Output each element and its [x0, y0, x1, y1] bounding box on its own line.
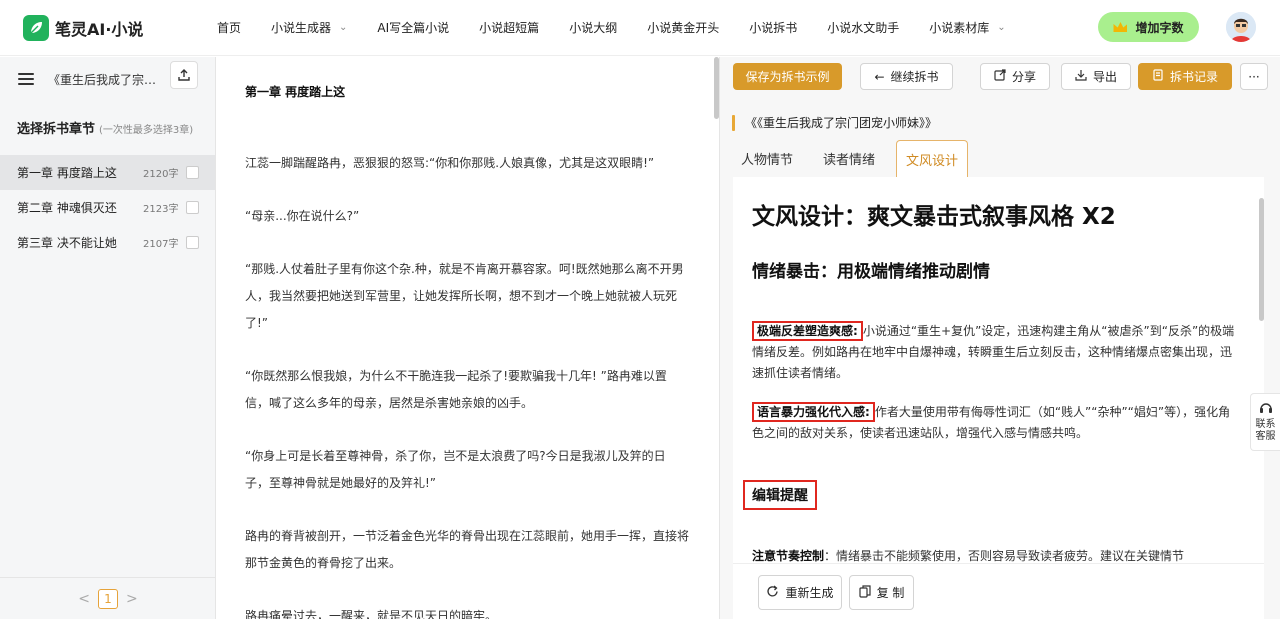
style-point-1: 极端反差塑造爽感: 小说通过“重生+复仇”设定，迅速构建主角从“被虐杀”到“反杀”…	[752, 321, 1236, 384]
analysis-tabs: 人物情节 读者情绪 文风设计	[732, 140, 980, 177]
copy-button[interactable]: 复 制	[849, 575, 914, 610]
records-button[interactable]: 拆书记录	[1138, 63, 1232, 90]
analysis-panel: 保存为拆书示例 ← 继续拆书 分享 导出 拆书记录 ··· 《《重生后我成了宗门团…	[720, 57, 1280, 619]
nav-golden-opening[interactable]: 小说黄金开头	[647, 19, 719, 36]
highlighted-label: 语言暴力强化代入感:	[752, 402, 875, 422]
nav-outline[interactable]: 小说大纲	[569, 19, 617, 36]
nav-ai-full-novel[interactable]: AI写全篇小说	[377, 19, 449, 36]
chapter-checkbox[interactable]	[186, 166, 199, 179]
chapter-reader: 第一章 再度踏上这 江蕊一脚踹醒路冉，恶狠狠的怒骂:“你和你那贱.人娘真像，尤其…	[217, 57, 719, 619]
chapter-sidebar: 《重生后我成了宗门团宠小师妹》 选择拆书章节(一次性最多选择3章) 第一章 再度…	[0, 57, 216, 619]
save-example-button[interactable]: 保存为拆书示例	[733, 63, 842, 90]
continue-button[interactable]: ← 继续拆书	[860, 63, 953, 90]
tab-reader-emotion[interactable]: 读者情绪	[814, 140, 884, 177]
tab-writing-style[interactable]: 文风设计	[896, 140, 969, 177]
analysis-content: 文风设计：爽文暴击式叙事风格 X2 情绪暴击：用极端情绪推动剧情 极端反差塑造爽…	[733, 177, 1264, 563]
more-icon: ···	[1248, 69, 1260, 84]
more-options-button[interactable]: ···	[1240, 63, 1268, 90]
share-button[interactable]: 分享	[980, 63, 1050, 90]
nav-filler-assistant[interactable]: 小说水文助手	[827, 19, 899, 36]
logo-text: 笔灵AI·小说	[55, 19, 144, 39]
nav-novel-generator[interactable]: 小说生成器 ⌄	[271, 19, 347, 36]
document-icon	[1152, 69, 1164, 84]
refresh-icon	[766, 584, 779, 601]
arrow-left-icon: ←	[874, 69, 885, 84]
word-count: 2120字	[143, 169, 179, 180]
top-header: 笔灵AI·小说 首页 小说生成器 ⌄ AI写全篇小说 小说超短篇 小说大纲 小说黄…	[0, 0, 1280, 56]
section-title: 选择拆书章节 (一次性最多选择3章)	[17, 122, 194, 137]
upload-button[interactable]	[170, 61, 198, 89]
paragraph: “那贱.人仗着肚子里有你这个杂.种，就是不肯离开慕容家。呵!既然她那么离不开男人…	[245, 262, 684, 330]
next-page-button[interactable]: >	[126, 591, 138, 607]
nav-home[interactable]: 首页	[217, 19, 241, 36]
word-count: 2107字	[143, 239, 179, 250]
regenerate-button[interactable]: 重新生成	[758, 575, 842, 610]
paragraph: 路冉痛晕过去，一醒来，就是不见天日的暗牢。	[245, 609, 498, 619]
nav-short-novel[interactable]: 小说超短篇	[479, 19, 539, 36]
title-accent-bar	[732, 114, 735, 131]
nav-material-library[interactable]: 小说素材库 ⌄	[929, 19, 1005, 36]
content-actions: 重新生成 复 制	[733, 563, 1264, 619]
menu-icon[interactable]	[18, 73, 34, 85]
main-nav: 首页 小说生成器 ⌄ AI写全篇小说 小说超短篇 小说大纲 小说黄金开头 小说拆书…	[217, 19, 1036, 36]
add-words-button[interactable]: 增加字数	[1098, 12, 1199, 42]
panel-book-title: 《《重生后我成了宗门团宠小师妹》》	[732, 114, 937, 131]
leaf-logo-icon	[23, 14, 49, 41]
content-heading: 文风设计：爽文暴击式叙事风格 X2	[752, 204, 1116, 230]
chapter-item-1[interactable]: 第一章 再度踏上这 2120字	[0, 155, 215, 190]
chapter-item-3[interactable]: 第三章 决不能让她 2107字	[0, 225, 215, 260]
current-page[interactable]: 1	[98, 588, 118, 609]
content-subheading: 情绪暴击：用极端情绪推动剧情	[752, 262, 990, 282]
customer-service-button[interactable]: 联系 客服	[1250, 393, 1280, 451]
crown-icon	[1113, 22, 1128, 32]
share-icon	[994, 69, 1006, 84]
paragraph: 江蕊一脚踹醒路冉，恶狠狠的怒骂:“你和你那贱.人娘真像，尤其是这双眼睛!”	[245, 156, 655, 170]
paragraph: “母亲...你在说什么?”	[245, 209, 360, 223]
highlighted-label: 极端反差塑造爽感:	[752, 321, 863, 341]
logo[interactable]: 笔灵AI·小说	[23, 14, 193, 41]
book-name: 《重生后我成了宗门团宠小师妹》	[48, 72, 168, 87]
user-avatar-icon	[1226, 12, 1256, 42]
chapter-item-2[interactable]: 第二章 神魂俱灭还 2123字	[0, 190, 215, 225]
upload-icon	[178, 69, 190, 81]
chevron-down-icon: ⌄	[339, 22, 348, 33]
avatar[interactable]	[1226, 12, 1256, 42]
paragraph: “你身上可是长着至尊神骨，杀了你，岂不是太浪费了吗?今日是我淑儿及笄的日子，至尊…	[245, 449, 666, 490]
editor-note: 注意节奏控制：情绪暴击不能频繁使用，否则容易导致读者疲劳。建议在关键情节	[752, 549, 1185, 563]
paragraph: 路冉的脊背被剖开，一节泛着金色光华的脊骨出现在江蕊眼前，她用手一挥，直接将那节金…	[245, 529, 690, 570]
headset-icon	[1259, 403, 1272, 413]
content-scrollbar[interactable]	[1259, 198, 1264, 321]
nav-book-breakdown[interactable]: 小说拆书	[749, 19, 797, 36]
word-count: 2123字	[143, 204, 179, 215]
section-hint: (一次性最多选择3章)	[99, 125, 194, 136]
export-button[interactable]: 导出	[1061, 63, 1131, 90]
copy-icon	[858, 584, 871, 601]
paragraph: “你既然那么恨我娘，为什么不干脆连我一起杀了!要欺骗我十几年! ”路冉难以置信，…	[245, 369, 667, 410]
prev-page-button[interactable]: <	[78, 591, 90, 607]
chevron-down-icon: ⌄	[997, 22, 1006, 33]
download-icon	[1075, 69, 1087, 84]
style-point-2: 语言暴力强化代入感: 作者大量使用带有侮辱性词汇（如“贱人”“杂种”“娼妇”等），…	[752, 402, 1236, 444]
editor-note-heading: 编辑提醒	[743, 480, 817, 510]
chapter-checkbox[interactable]	[186, 236, 199, 249]
chapter-list: 第一章 再度踏上这 2120字 第二章 神魂俱灭还 2123字 第三章 决不能让…	[0, 155, 215, 260]
pagination: < 1 >	[0, 577, 216, 619]
chapter-checkbox[interactable]	[186, 201, 199, 214]
reader-chapter-title: 第一章 再度踏上这	[245, 85, 346, 99]
tab-character-plot[interactable]: 人物情节	[732, 140, 802, 177]
